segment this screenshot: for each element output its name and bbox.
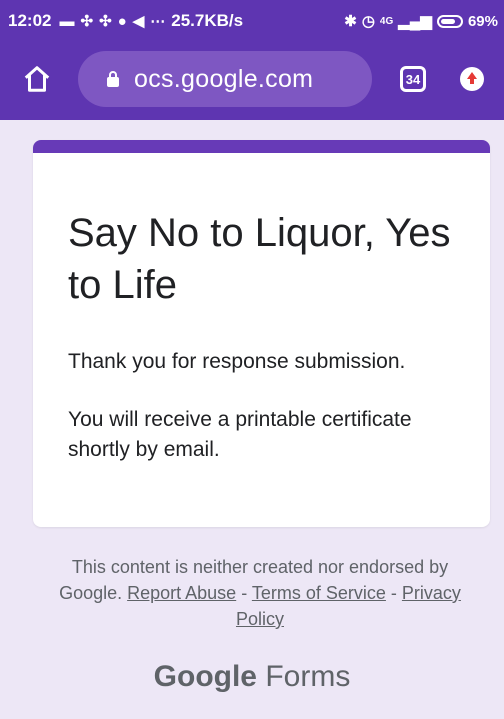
message-icon: ▬ bbox=[59, 12, 75, 30]
google-wordmark: Google bbox=[153, 660, 257, 693]
separator: - bbox=[236, 583, 252, 603]
alarm-icon: ◷ bbox=[361, 13, 375, 30]
bluetooth-icon: ✱ bbox=[344, 13, 357, 30]
tab-switcher-button[interactable]: 34 bbox=[400, 66, 426, 92]
app-icon: ✣ bbox=[80, 13, 94, 30]
form-title: Say No to Liquor, Yes to Life bbox=[68, 211, 451, 307]
separator: - bbox=[385, 583, 402, 603]
forms-wordmark: Forms bbox=[265, 660, 351, 693]
system-icons: ✱ ◷ 4G ▂▄▆ 69% bbox=[344, 12, 498, 31]
jio-icon: ● bbox=[117, 12, 127, 30]
footer-disclaimer: This content is neither created nor endo… bbox=[50, 554, 470, 632]
status-bar: 12:02 ▬ ✣ ✣ ● ◀ ⋯ 25.7KB/s ✱ ◷ 4G ▂▄▆ 69… bbox=[0, 0, 504, 42]
form-confirmation-card: Say No to Liquor, Yes to Life Thank you … bbox=[33, 140, 490, 527]
card-accent-bar bbox=[33, 140, 490, 153]
more-icon: ⋯ bbox=[150, 13, 166, 30]
certificate-text: You will receive a printable certificate… bbox=[68, 408, 412, 461]
status-time: 12:02 bbox=[8, 11, 52, 30]
confirmation-message: Thank you for response submission. You w… bbox=[68, 347, 468, 465]
confirmation-text: Thank you for response submission. bbox=[68, 350, 406, 373]
google-forms-logo[interactable]: Google Forms bbox=[0, 660, 504, 694]
report-abuse-link[interactable]: Report Abuse bbox=[127, 583, 236, 603]
signal-label: 4G bbox=[379, 15, 394, 27]
notification-icons: ▬ ✣ ✣ ● ◀ ⋯ bbox=[59, 12, 166, 31]
battery-level: 69% bbox=[467, 12, 498, 30]
home-icon[interactable] bbox=[22, 64, 52, 94]
terms-of-service-link[interactable]: Terms of Service bbox=[252, 583, 386, 603]
signal-icon: ▂▄▆ bbox=[398, 13, 432, 30]
upload-icon[interactable] bbox=[460, 67, 484, 91]
telegram-icon: ◀ bbox=[132, 13, 145, 30]
app-icon: ✣ bbox=[99, 13, 112, 30]
url-text: ocs.google.com bbox=[134, 64, 314, 93]
browser-toolbar: ocs.google.com 34 bbox=[0, 42, 504, 120]
address-bar[interactable]: ocs.google.com bbox=[78, 51, 372, 107]
network-speed: 25.7KB/s bbox=[171, 11, 244, 30]
battery-icon bbox=[436, 14, 463, 28]
lock-icon bbox=[107, 71, 119, 87]
